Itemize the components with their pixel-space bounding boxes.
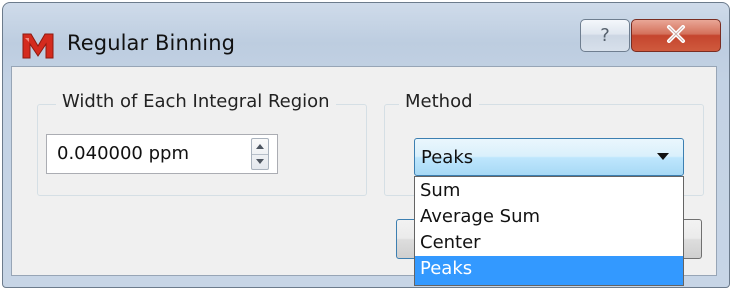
spin-up-button[interactable] <box>252 139 268 155</box>
width-value[interactable]: 0.040000 ppm <box>57 143 189 164</box>
dropdown-arrow-icon <box>657 153 669 160</box>
close-button[interactable] <box>631 19 721 52</box>
chevron-down-icon <box>256 159 264 164</box>
title-bar[interactable]: Regular Binning ? <box>3 3 729 69</box>
spin-buttons <box>251 138 269 170</box>
method-option-sum[interactable]: Sum <box>415 178 683 204</box>
help-icon: ? <box>600 25 610 46</box>
method-option-center[interactable]: Center <box>415 230 683 256</box>
method-option-peaks[interactable]: Peaks <box>415 256 683 285</box>
width-spinbox[interactable]: 0.040000 ppm <box>46 134 278 174</box>
window-title: Regular Binning <box>67 31 236 55</box>
width-group-title: Width of Each Integral Region <box>56 91 336 112</box>
method-selected-value: Peaks <box>421 147 474 168</box>
method-combobox[interactable]: Peaks <box>414 138 684 176</box>
method-dropdown-list: Sum Average Sum Center Peaks <box>414 176 684 286</box>
spin-down-button[interactable] <box>252 154 268 169</box>
method-option-average-sum[interactable]: Average Sum <box>415 204 683 230</box>
close-icon <box>665 24 687 47</box>
chevron-up-icon <box>256 144 264 149</box>
mnova-logo-icon <box>21 30 55 60</box>
method-group-title: Method <box>399 91 479 112</box>
help-button[interactable]: ? <box>580 19 630 52</box>
